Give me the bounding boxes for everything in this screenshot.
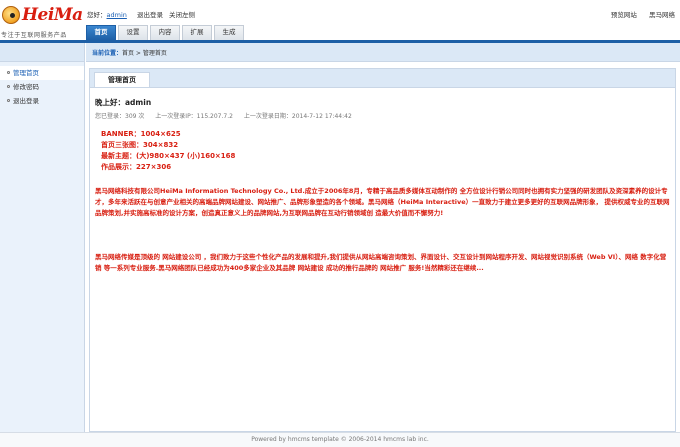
bullet-icon <box>7 71 10 74</box>
logo-text: HeiMa <box>22 5 83 25</box>
preview-site-link[interactable]: 预览网站 <box>611 11 637 19</box>
panel-tab-admin-home[interactable]: 管理首页 <box>94 72 150 88</box>
username-link[interactable]: admin <box>107 11 127 19</box>
breadcrumb-label: 当前位置： <box>92 50 123 57</box>
last-login-ip: 上一次登录IP：115.207.7.2 <box>155 113 233 120</box>
greeting-heading: 晚上好：admin <box>95 98 152 107</box>
top-right-links: 预览网站 黑马网络 <box>601 9 675 19</box>
close-left-menu-link[interactable]: 关闭左侧 <box>169 11 195 19</box>
sidebar-item-logout[interactable]: 退出登录 <box>0 94 84 108</box>
tab-settings[interactable]: 设置 <box>118 25 148 40</box>
sidebar-item-admin-home[interactable]: 管理首页 <box>0 66 84 80</box>
breadcrumb-path[interactable]: 首页 > 管理首页 <box>122 50 167 57</box>
spec-banner: BANNER：1004×625 <box>101 130 181 138</box>
image-size-specs: BANNER：1004×625 首页三张图：304×832 最新主题：(大)98… <box>101 129 235 173</box>
greeting-prefix: 您好： <box>87 11 107 19</box>
sidebar-item-change-password[interactable]: 修改密码 <box>0 80 84 94</box>
sidebar-item-label: 管理首页 <box>13 69 39 77</box>
bullet-icon <box>7 85 10 88</box>
services-paragraph: 黑马网络传媒是顶级的 网站建设公司 ，我们致力于这些个性化产品的发展和提升,我们… <box>95 253 667 272</box>
header: HeiMa 专注于互联网服务产品 您好：admin 退出登录 关闭左侧 预览网站… <box>0 0 680 40</box>
main-nav: 首页 设置 内容 扩展 生成 <box>86 25 246 40</box>
tab-extensions[interactable]: 扩展 <box>182 25 212 40</box>
logout-link[interactable]: 退出登录 <box>137 11 163 19</box>
user-links: 您好：admin 退出登录 关闭左侧 <box>87 9 199 19</box>
sidebar-header <box>0 43 84 62</box>
last-login-date: 上一次登录日期：2014-7-12 17:44:42 <box>243 113 352 120</box>
sidebar: 管理首页 修改密码 退出登录 <box>0 43 85 432</box>
spec-home-images: 首页三张图：304×832 <box>101 141 179 149</box>
horse-logo-icon <box>2 6 20 24</box>
main-panel: 管理首页 晚上好：admin 您已登录：309 次 上一次登录IP：115.20… <box>89 68 676 432</box>
footer: Powered by hmcms template © 2006-2014 hm… <box>0 432 680 447</box>
sidebar-item-label: 修改密码 <box>13 83 39 91</box>
spec-works: 作品展示：227×306 <box>101 163 172 171</box>
tab-generate[interactable]: 生成 <box>214 25 244 40</box>
company-intro-paragraph: 黑马网络科技有限公司HeiMa Information Technology C… <box>95 187 670 217</box>
logo[interactable]: HeiMa 专注于互联网服务产品 <box>0 4 84 40</box>
login-info: 您已登录：309 次 上一次登录IP：115.207.7.2 上一次登录日期：2… <box>95 111 361 120</box>
logo-slogan: 专注于互联网服务产品 <box>1 32 68 39</box>
login-count: 您已登录：309 次 <box>95 113 145 120</box>
sidebar-menu: 管理首页 修改密码 退出登录 <box>0 62 84 108</box>
panel-body: 晚上好：admin 您已登录：309 次 上一次登录IP：115.207.7.2… <box>89 87 676 432</box>
heima-network-link[interactable]: 黑马网络 <box>649 11 675 19</box>
spec-latest-theme: 最新主题：(大)980×437 (小)160×168 <box>101 152 236 160</box>
breadcrumb: 当前位置：首页 > 管理首页 <box>92 48 167 57</box>
tab-content[interactable]: 内容 <box>150 25 180 40</box>
tab-home[interactable]: 首页 <box>86 25 116 40</box>
panel-tab-row: 管理首页 <box>89 68 676 88</box>
sidebar-item-label: 退出登录 <box>13 97 39 105</box>
breadcrumb-bar: 当前位置：首页 > 管理首页 <box>86 43 680 62</box>
bullet-icon <box>7 99 10 102</box>
